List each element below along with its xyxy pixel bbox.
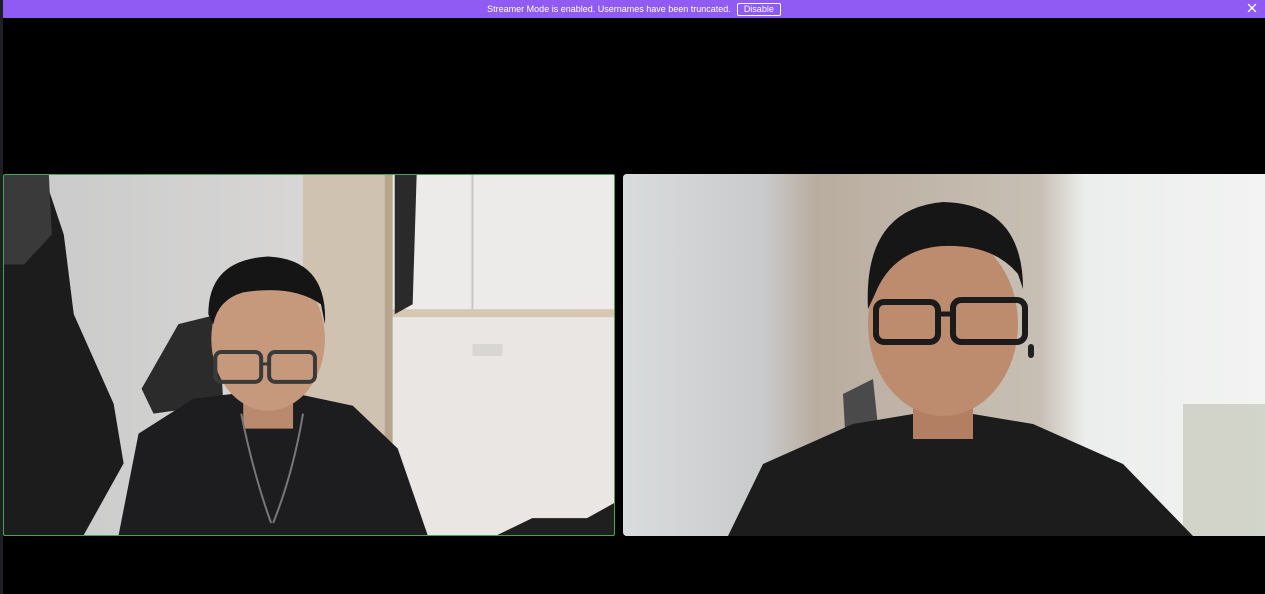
streamer-mode-message: Streamer Mode is enabled. Usernames have…: [487, 4, 731, 14]
close-icon[interactable]: [1245, 1, 1259, 15]
video-tile-participant-1[interactable]: [3, 174, 615, 536]
video-feed: [4, 175, 614, 535]
call-window: Streamer Mode is enabled. Usernames have…: [0, 0, 1265, 594]
disable-streamer-mode-button[interactable]: Disable: [736, 2, 781, 16]
video-feed: [623, 174, 1265, 536]
streamer-mode-notice: Streamer Mode is enabled. Usernames have…: [3, 0, 1265, 18]
video-tile-participant-2[interactable]: [623, 174, 1265, 536]
